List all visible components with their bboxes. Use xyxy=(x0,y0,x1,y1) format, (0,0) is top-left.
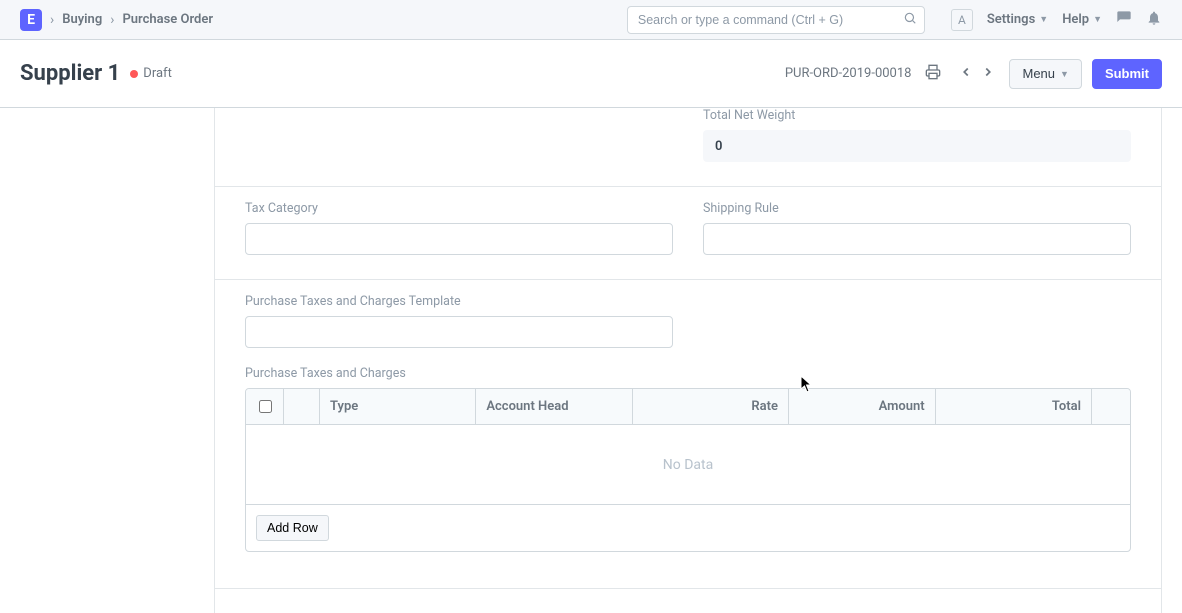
prev-doc-button[interactable] xyxy=(955,61,977,87)
total-net-weight-value: 0 xyxy=(703,130,1131,162)
menu-button-label: Menu xyxy=(1022,66,1055,81)
help-menu[interactable]: Help ▼ xyxy=(1062,12,1102,27)
table-header-settings[interactable] xyxy=(1092,389,1130,424)
bell-icon[interactable] xyxy=(1146,10,1162,30)
table-header-index xyxy=(284,389,320,424)
tax-charges-table: Type Account Head Rate Amount Total No D… xyxy=(245,388,1131,552)
caret-down-icon: ▼ xyxy=(1093,14,1102,25)
form-body: Total Net Weight 0 Tax Category Shipping… xyxy=(214,108,1162,613)
search-input[interactable] xyxy=(627,6,925,34)
tax-category-input[interactable] xyxy=(245,223,673,255)
help-label: Help xyxy=(1062,12,1089,27)
caret-down-icon: ▼ xyxy=(1039,14,1048,25)
tax-table-label: Purchase Taxes and Charges xyxy=(245,366,1131,381)
keyboard-shortcuts-button[interactable]: A xyxy=(951,9,973,31)
tax-category-label: Tax Category xyxy=(245,201,673,216)
status-text: Draft xyxy=(143,66,172,81)
table-header-total: Total xyxy=(936,389,1092,424)
breadcrumb-purchase-order[interactable]: Purchase Order xyxy=(122,12,213,27)
document-id: PUR-ORD-2019-00018 xyxy=(785,66,912,81)
chevron-right-icon: › xyxy=(50,12,54,28)
tax-template-label: Purchase Taxes and Charges Template xyxy=(245,294,673,309)
table-header-checkbox[interactable] xyxy=(246,389,284,424)
top-navbar: E › Buying › Purchase Order A Settings ▼… xyxy=(0,0,1182,40)
app-logo[interactable]: E xyxy=(20,9,42,31)
shipping-rule-input[interactable] xyxy=(703,223,1131,255)
total-net-weight-label: Total Net Weight xyxy=(703,108,1131,123)
chat-icon[interactable] xyxy=(1116,10,1132,30)
status-indicator-dot xyxy=(130,70,138,78)
chevron-right-icon: › xyxy=(110,12,114,28)
next-doc-button[interactable] xyxy=(977,61,999,87)
settings-menu[interactable]: Settings ▼ xyxy=(987,12,1048,27)
tax-template-input[interactable] xyxy=(245,316,673,348)
print-icon[interactable] xyxy=(921,60,945,88)
table-empty-state: No Data xyxy=(246,425,1130,505)
table-header-account: Account Head xyxy=(476,389,632,424)
submit-button[interactable]: Submit xyxy=(1092,59,1162,89)
shipping-rule-label: Shipping Rule xyxy=(703,201,1131,216)
menu-button[interactable]: Menu ▼ xyxy=(1009,59,1081,89)
select-all-checkbox[interactable] xyxy=(259,400,272,413)
table-header-rate: Rate xyxy=(633,389,789,424)
add-row-button[interactable]: Add Row xyxy=(256,515,329,541)
table-header-amount: Amount xyxy=(789,389,936,424)
settings-label: Settings xyxy=(987,12,1035,27)
table-header-type: Type xyxy=(320,389,476,424)
page-header: Supplier 1 Draft PUR-ORD-2019-00018 Menu… xyxy=(0,40,1182,108)
search-icon[interactable] xyxy=(903,11,917,29)
page-title: Supplier 1 xyxy=(20,61,120,86)
form-sidebar xyxy=(0,108,214,613)
breadcrumb-buying[interactable]: Buying xyxy=(62,12,102,27)
caret-down-icon: ▼ xyxy=(1060,69,1069,79)
